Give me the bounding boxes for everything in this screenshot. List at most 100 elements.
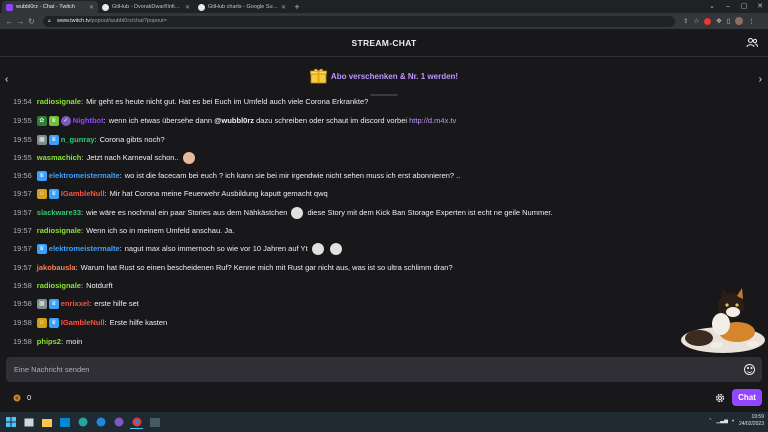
chat-header: STREAM-CHAT (0, 29, 768, 57)
badge-icon: ▦ (36, 135, 47, 145)
avatar[interactable] (735, 17, 744, 25)
file-explorer-icon[interactable] (40, 416, 53, 429)
extension-icon[interactable] (704, 17, 712, 25)
maximize-button[interactable]: ▢ (736, 0, 752, 13)
users-icon[interactable] (746, 37, 758, 49)
username[interactable]: phips2 (37, 335, 61, 349)
badge-icon: ▦ (36, 299, 47, 309)
chevron-up-icon[interactable]: ⌃ (708, 418, 712, 424)
menu-icon[interactable]: ⋮ (748, 17, 755, 25)
close-icon[interactable]: ✕ (281, 4, 286, 11)
chat-message: 19:57 ☺ ♛ IGambleNull: Mir hat Corona me… (13, 187, 328, 201)
forward-button[interactable]: → (15, 17, 26, 26)
crown-icon: ♛ (48, 135, 59, 145)
timestamp: 19:58 (13, 299, 32, 308)
emote-icon (329, 243, 342, 255)
points-count: 0 (27, 393, 32, 402)
emoji-icon[interactable] (744, 364, 755, 375)
window-controls: ⌄ – ▢ ✕ (704, 0, 768, 13)
volume-icon[interactable]: 🔈︎ (732, 418, 735, 424)
username[interactable]: elektromeistermalte (49, 242, 120, 256)
username[interactable]: radiosignale (37, 96, 81, 107)
address-bar[interactable]: 🔒︎ www.twitch.tv/popout/wubbl0rz/chat?po… (43, 15, 675, 27)
chat-message: 19:56 ♛ elektromeistermalte: wo ist die … (13, 169, 460, 183)
channel-points-icon (13, 394, 21, 401)
verified-icon: ✓ (60, 116, 71, 126)
username[interactable]: IGambleNull (61, 316, 105, 330)
username[interactable]: radiosignale (37, 279, 81, 293)
network-icon[interactable]: ▁▃▅ (716, 418, 728, 424)
timestamp: 19:58 (13, 337, 32, 346)
chat-message: 19:57 radiosignale: Wenn ich so in meine… (13, 224, 234, 238)
crown-icon: ♛ (48, 299, 59, 309)
close-icon[interactable]: ✕ (185, 4, 190, 11)
message-text: Jetzt nach Karneval schon.. (86, 153, 179, 162)
message-link[interactable]: http://d.m4x.tv (409, 114, 456, 128)
twitch-icon (6, 3, 13, 11)
clock[interactable]: 19:59 24/02/2023 (739, 414, 764, 428)
gift-sub-banner[interactable]: Abo verschenken & Nr. 1 werden! (0, 58, 768, 94)
message-text: wo ist die facecam bei euch ? ich kann s… (124, 171, 461, 180)
message-text: wie wäre es nochmal ein paar Stories aus… (86, 208, 288, 217)
task-view-icon[interactable] (22, 416, 35, 429)
chat-input-placeholder: Eine Nachricht senden (14, 365, 90, 374)
edge-icon[interactable] (76, 416, 89, 429)
username[interactable]: Nightbot (73, 114, 104, 128)
browser-toolbar: ← → ↻ 🔒︎ www.twitch.tv/popout/wubbl0rz/c… (0, 13, 768, 29)
chevron-right-icon[interactable]: › (759, 74, 762, 85)
channel-points[interactable]: 0 (13, 393, 31, 402)
message-text: Warum hat Rust so einen bescheidenen Ruf… (80, 263, 453, 272)
badge-icon: ☺ (36, 189, 47, 199)
browser-tab-github[interactable]: GitHub - DvorakDwarf/Infinite-Storage-Gl… (98, 1, 194, 13)
username[interactable]: elektromeistermalte (49, 169, 120, 183)
message-text: Notdurft (86, 281, 113, 290)
chat-message: 19:58 radiosignale: Notdurft (13, 279, 113, 293)
store-icon[interactable] (58, 416, 71, 429)
puzzle-icon[interactable]: ✥ (716, 17, 721, 25)
username[interactable]: enrixxel (61, 297, 89, 311)
new-tab-button[interactable]: + (290, 1, 304, 13)
gear-icon[interactable] (714, 392, 726, 404)
timestamp: 19:55 (13, 135, 32, 144)
username[interactable]: radiosignale (37, 224, 81, 238)
windows-start-icon[interactable] (4, 416, 17, 429)
chat-message: 19:58 ▦ ♛ enrixxel: erste hilfe set (13, 297, 139, 311)
terminal-icon[interactable] (148, 416, 161, 429)
clock-time: 19:59 (751, 414, 764, 420)
url-host: www.twitch.tv (57, 18, 91, 24)
timestamp: 19:57 (13, 263, 32, 272)
browser-tab-twitch[interactable]: wubbl0rz - Chat - Twitch ✕ (2, 1, 98, 13)
chevron-left-icon[interactable]: ‹ (5, 74, 8, 85)
mention[interactable]: @wubbl0rz (214, 114, 254, 128)
username[interactable]: n_gunray (61, 133, 95, 147)
star-icon[interactable]: ☆ (693, 17, 699, 25)
minimize-button[interactable]: – (720, 0, 736, 13)
chat-message: 19:55 wasmachich: Jetzt nach Karneval sc… (13, 151, 199, 165)
close-icon[interactable]: ✕ (89, 4, 94, 11)
close-window-button[interactable]: ✕ (752, 0, 768, 13)
timestamp: 19:57 (13, 189, 32, 198)
timestamp: 19:58 (13, 318, 32, 327)
tab-label: GitHub - DvorakDwarf/Infinite-Storage-Gl… (112, 4, 183, 10)
username[interactable]: slackware33 (37, 206, 81, 220)
github-icon (102, 3, 109, 11)
reload-button[interactable]: ↻ (26, 17, 37, 26)
emote-icon (182, 152, 195, 164)
chrome-icon[interactable] (130, 416, 143, 429)
badge-icon: ✿ (36, 116, 47, 126)
share-icon[interactable]: ⇪ (683, 17, 688, 25)
chat-message: 19:55 ✿ ♛ ✓ Nightbot: wenn ich etwas übe… (13, 114, 456, 128)
app-icon[interactable] (94, 416, 107, 429)
browser-tab-google[interactable]: GitHub charts - Google Suche ✕ (194, 1, 290, 13)
username[interactable]: jakobausla (37, 261, 76, 275)
chat-message: 19:55 ▦ ♛ n_gunray: Corona gibts noch? (13, 133, 165, 147)
chat-input[interactable]: Eine Nachricht senden (6, 357, 762, 382)
chevron-down-icon[interactable]: ⌄ (704, 0, 720, 13)
username[interactable]: IGambleNull (61, 187, 105, 201)
chat-message: 19:57 jakobausla: Warum hat Rust so eine… (13, 261, 453, 275)
sidebar-icon[interactable]: ▯ (727, 17, 731, 25)
send-chat-button[interactable]: Chat (732, 389, 762, 406)
username[interactable]: wasmachich (37, 151, 82, 165)
back-button[interactable]: ← (4, 17, 15, 26)
github-desktop-icon[interactable] (112, 416, 125, 429)
